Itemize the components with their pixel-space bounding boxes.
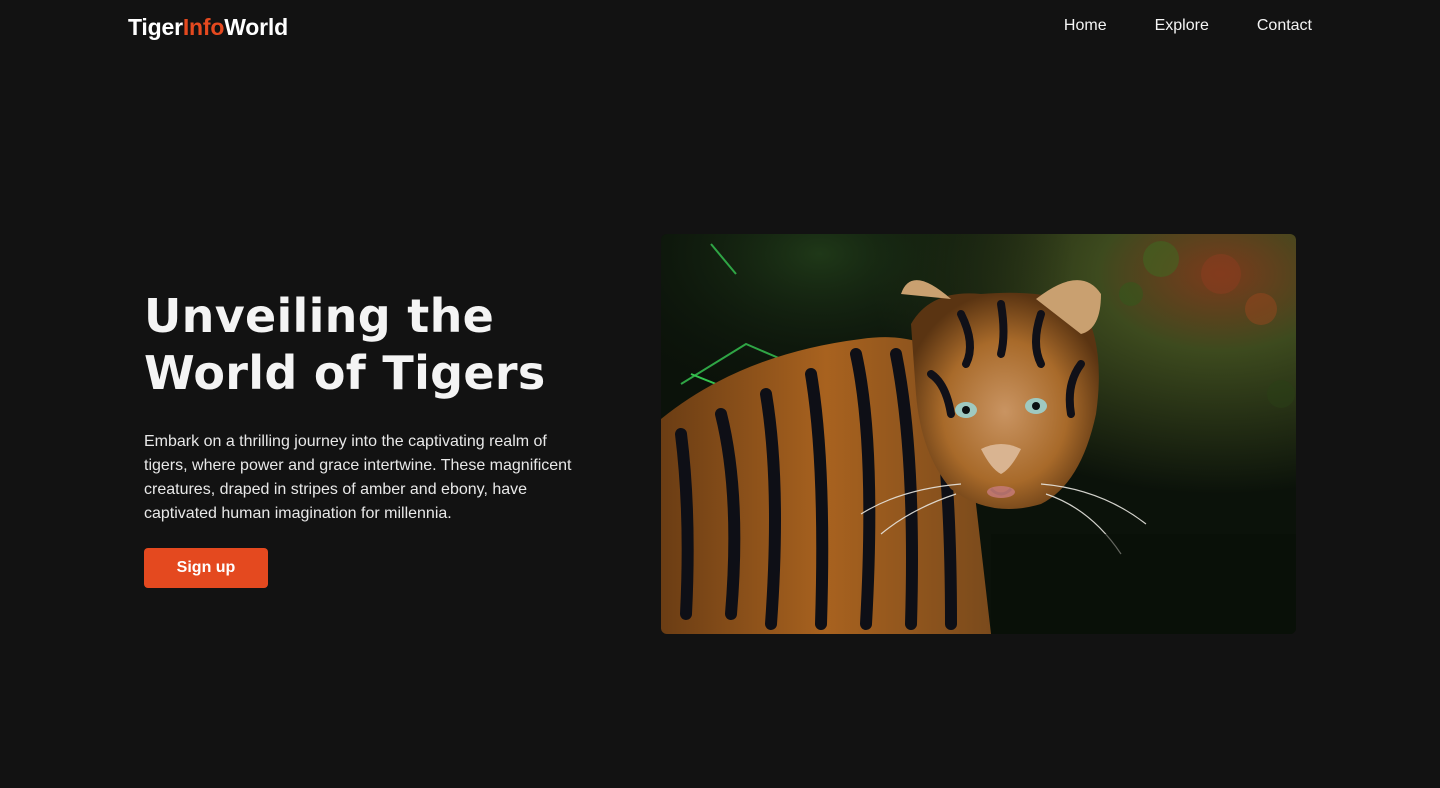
signup-button[interactable]: Sign up [144, 548, 268, 588]
landing-page: TigerInfoWorld Home Explore Contact Unve… [0, 0, 1440, 788]
brand-logo-part-info: Info [182, 14, 225, 40]
brand-logo-part-world: World [224, 14, 288, 40]
brand-logo-part-tiger: Tiger [128, 14, 183, 40]
hero-title-line-1: Unveiling the [144, 289, 495, 343]
nav-link-home[interactable]: Home [1064, 15, 1107, 37]
hero-title-line-2: World of Tigers [144, 346, 546, 400]
nav-link-contact[interactable]: Contact [1257, 15, 1312, 37]
brand-logo[interactable]: TigerInfoWorld [128, 12, 288, 42]
hero-description: Embark on a thrilling journey into the c… [144, 433, 572, 522]
hero-text: Unveiling the World of Tigers Embark on … [144, 288, 594, 526]
tiger-photo-icon [661, 234, 1296, 634]
nav-link-explore[interactable]: Explore [1155, 15, 1209, 37]
navbar: TigerInfoWorld Home Explore Contact [0, 0, 1440, 54]
nav-menu: Home Explore Contact [1064, 15, 1312, 37]
hero-title: Unveiling the World of Tigers [144, 288, 594, 402]
